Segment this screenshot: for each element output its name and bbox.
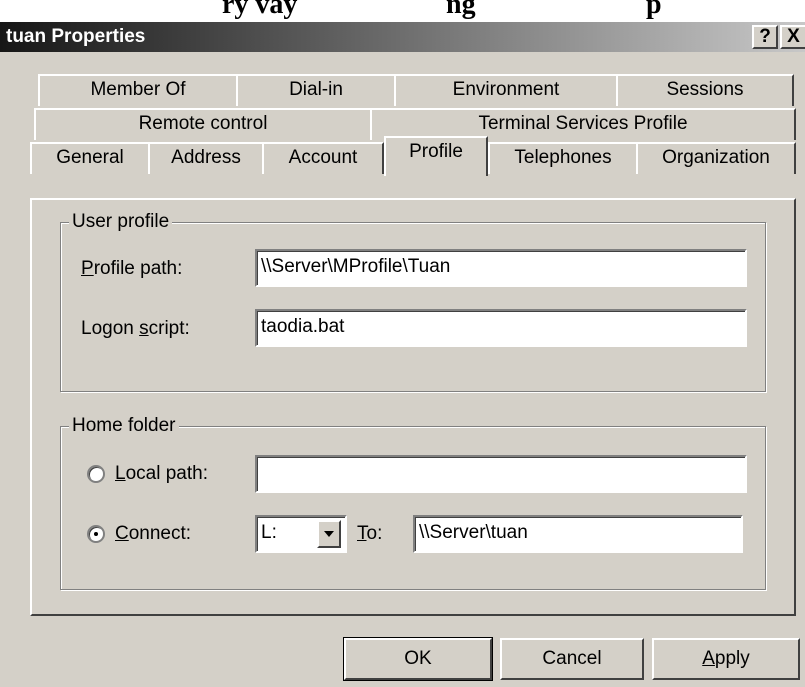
tab-dial-in[interactable]: Dial-in <box>236 74 396 106</box>
user-profile-group: User profile Profile path: \\Server\MPro… <box>60 210 766 392</box>
logon-script-label-rest: cript: <box>148 318 190 339</box>
tab-environment[interactable]: Environment <box>394 74 618 106</box>
local-path-label: Local path: <box>115 462 208 486</box>
apply-button-key: A <box>702 648 715 669</box>
to-label: To: <box>357 522 382 546</box>
tab-member-of[interactable]: Member Of <box>38 74 238 106</box>
apply-button-rest: pply <box>714 648 750 669</box>
logon-script-label-key: s <box>139 318 149 339</box>
connect-to-input[interactable]: \\Server\tuan <box>413 515 743 553</box>
profile-path-label-key: P <box>81 258 94 279</box>
tab-telephones[interactable]: Telephones <box>488 142 638 174</box>
local-path-label-key: L <box>115 463 126 484</box>
help-button[interactable]: ? <box>752 25 778 49</box>
local-path-radio[interactable] <box>87 465 105 483</box>
profile-tab-panel: User profile Profile path: \\Server\MPro… <box>30 198 796 616</box>
caption-fragment-2: ng <box>446 0 476 20</box>
connect-label-rest: onnect: <box>128 523 192 544</box>
profile-path-label: Profile path: <box>81 257 182 281</box>
close-button[interactable]: X <box>780 25 805 49</box>
home-folder-group: Home folder Local path: Connect: L: To: … <box>60 414 766 590</box>
title-bar[interactable]: tuan Properties ? X <box>0 22 805 52</box>
connect-label-key: C <box>115 523 129 544</box>
home-folder-legend: Home folder <box>69 414 179 438</box>
profile-path-label-rest: rofile path: <box>93 258 183 279</box>
logon-script-label-pre: Logon <box>81 318 140 339</box>
local-path-label-rest: ocal path: <box>125 463 208 484</box>
tab-address[interactable]: Address <box>148 142 264 174</box>
tab-organization[interactable]: Organization <box>636 142 796 174</box>
tab-profile[interactable]: Profile <box>384 136 488 176</box>
tab-general[interactable]: General <box>30 142 150 174</box>
local-path-input[interactable] <box>255 455 747 493</box>
to-label-rest: o: <box>366 523 383 544</box>
drive-letter-value: L: <box>261 522 277 543</box>
connect-radio[interactable] <box>87 525 105 543</box>
logon-script-input[interactable]: taodia.bat <box>255 309 747 347</box>
tab-sessions[interactable]: Sessions <box>616 74 794 106</box>
cancel-button[interactable]: Cancel <box>500 638 644 680</box>
tab-remote-control[interactable]: Remote control <box>34 108 372 140</box>
logon-script-label: Logon script: <box>81 317 190 341</box>
caption-fragment-1: ry vay <box>222 0 298 20</box>
tab-account[interactable]: Account <box>262 142 384 174</box>
caption-fragment-3: p <box>646 0 662 20</box>
properties-dialog: tuan Properties ? X Member Of Dial-in En… <box>0 22 805 687</box>
to-label-key: T <box>357 523 367 544</box>
apply-button[interactable]: Apply <box>652 638 800 680</box>
user-profile-legend: User profile <box>69 210 173 234</box>
window-title: tuan Properties <box>6 26 146 47</box>
ok-button[interactable]: OK <box>343 637 493 681</box>
connect-label: Connect: <box>115 522 191 546</box>
profile-path-input[interactable]: \\Server\MProfile\Tuan <box>255 249 747 287</box>
drive-dropdown-arrow-icon[interactable] <box>317 520 341 548</box>
